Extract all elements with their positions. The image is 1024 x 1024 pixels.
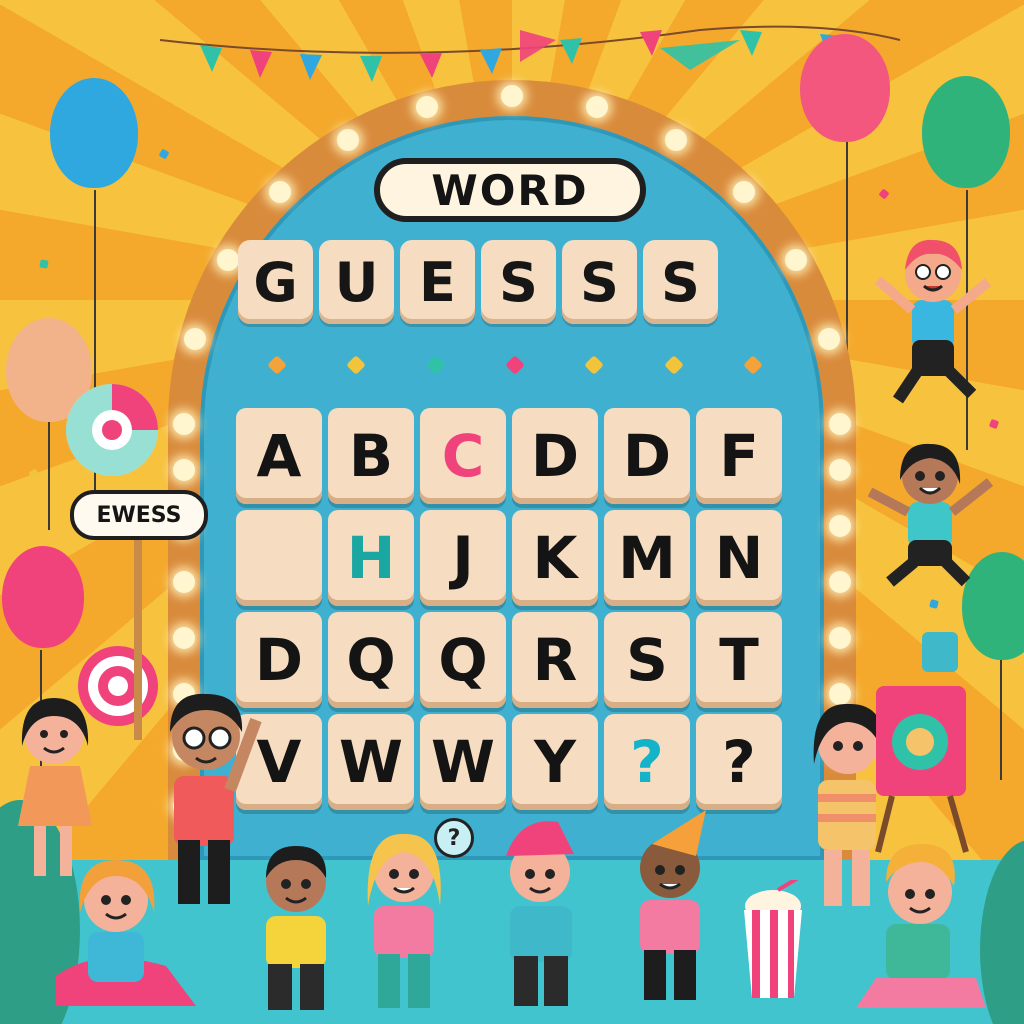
letter-tile[interactable]: R — [512, 612, 598, 708]
kid-girl-sitting — [56, 860, 196, 1006]
kid-boy-pink-hat — [506, 821, 574, 1006]
marquee-bulb — [829, 515, 851, 537]
marquee-bulb — [173, 627, 195, 649]
decor-star — [584, 355, 605, 375]
kid-jumping-girl — [867, 443, 994, 587]
decor-stars — [267, 355, 763, 378]
decor-star — [743, 355, 763, 375]
marquee-bulb — [337, 128, 359, 151]
side-sign: EWESS — [70, 490, 208, 540]
title-tile: E — [400, 240, 475, 324]
title-tile: G — [238, 240, 313, 324]
game-stand — [875, 632, 969, 853]
letter-tile[interactable]: J — [420, 510, 506, 606]
speech-bubble: ? — [434, 818, 474, 858]
marquee-bulb — [829, 571, 851, 593]
confetti — [28, 468, 40, 480]
confetti — [158, 148, 170, 160]
letter-tile[interactable]: H — [328, 510, 414, 606]
letter-tile[interactable]: D — [512, 408, 598, 504]
title-tile: S — [643, 240, 718, 324]
balloon-string — [48, 420, 50, 530]
title-tiles: GUESSS — [238, 240, 790, 330]
letter-tile[interactable]: T — [696, 612, 782, 708]
letter-tile[interactable] — [236, 510, 322, 606]
marquee-bulb — [829, 627, 851, 649]
target-board-left — [66, 384, 158, 476]
balloon-pink — [800, 34, 890, 142]
marquee-bulb — [665, 128, 687, 151]
letter-tile[interactable]: Y — [512, 714, 598, 810]
marquee-bulb — [501, 85, 523, 107]
balloon-pink — [2, 546, 84, 648]
decor-star — [346, 355, 367, 375]
title-badge: WORD — [374, 158, 646, 222]
decor-star — [505, 355, 525, 375]
letter-tile[interactable]: S — [604, 612, 690, 708]
marquee-bulb — [585, 96, 608, 119]
confetti — [929, 599, 939, 609]
confetti — [39, 259, 49, 269]
decor-star — [425, 355, 446, 375]
kid-boy-sitting — [856, 844, 986, 1008]
letter-grid: A B C D D F H J K M N D Q Q R S T V W W Y?? — [236, 408, 784, 816]
letter-tile[interactable]: M — [604, 510, 690, 606]
confetti — [878, 188, 890, 200]
marquee-bulb — [829, 459, 851, 481]
balloon-green — [922, 76, 1010, 188]
letter-tile[interactable]: W — [420, 714, 506, 810]
kid-girl-party-hat — [640, 810, 706, 1000]
game-scene: WORD GUESSS A B C D D F H J K M N D Q Q R S T V W W Y?? EWES… — [0, 0, 1024, 1024]
marquee-bulb — [269, 181, 292, 204]
marquee-bulb — [829, 413, 851, 435]
marquee-bulb — [173, 571, 195, 593]
letter-tile[interactable]: F — [696, 408, 782, 504]
speech-bubble-text: ? — [447, 825, 461, 851]
decor-star — [267, 355, 287, 375]
letter-tile[interactable]: Q — [328, 612, 414, 708]
letter-tile[interactable]: N — [696, 510, 782, 606]
marquee-bulb — [173, 459, 195, 481]
title-tile: S — [562, 240, 637, 324]
balloon-string — [1000, 660, 1002, 780]
marquee-bulb — [817, 328, 840, 351]
letter-tile[interactable]: B — [328, 408, 414, 504]
letter-tile[interactable]: ? — [604, 714, 690, 810]
letter-tile[interactable]: C — [420, 408, 506, 504]
marquee-bulb — [732, 181, 755, 204]
sign-pole — [134, 540, 142, 740]
marquee-bulb — [173, 413, 195, 435]
letter-tile[interactable]: ? — [696, 714, 782, 810]
letter-tile[interactable]: W — [328, 714, 414, 810]
title-tile: S — [481, 240, 556, 324]
letter-tile[interactable]: Q — [420, 612, 506, 708]
marquee-bulb — [216, 249, 239, 271]
decor-star — [663, 355, 684, 375]
kid-jumping-red-hair — [874, 239, 992, 404]
letter-tile[interactable]: K — [512, 510, 598, 606]
letter-tile[interactable]: A — [236, 408, 322, 504]
title-tile: U — [319, 240, 394, 324]
confetti — [988, 418, 1000, 430]
balloon-blue — [50, 78, 138, 188]
letter-tile[interactable]: D — [604, 408, 690, 504]
